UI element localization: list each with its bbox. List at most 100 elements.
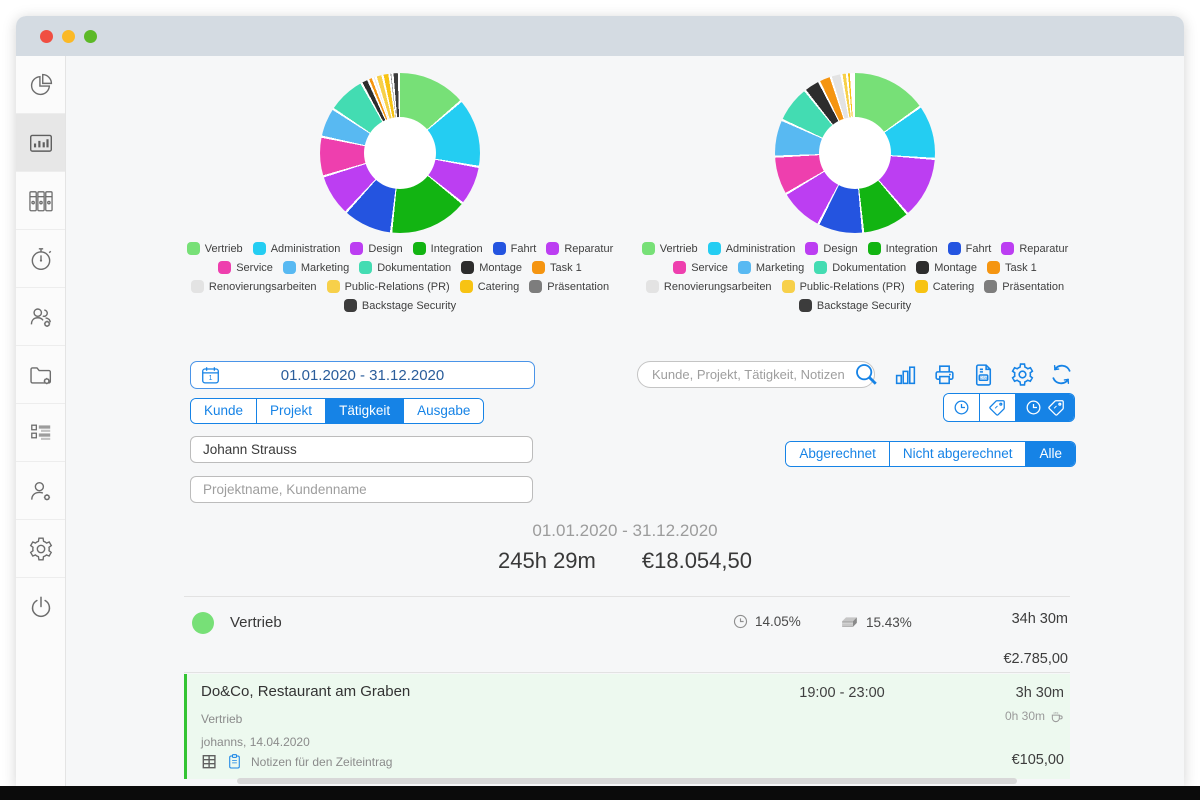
legend-item: Reparatur xyxy=(546,242,613,255)
print-button[interactable] xyxy=(930,360,958,388)
legend-label: Backstage Security xyxy=(362,300,456,312)
mode-expenses-button[interactable] xyxy=(979,394,1015,421)
horizontal-scrollbar[interactable] xyxy=(237,778,1017,784)
legend-item: Präsentation xyxy=(529,280,609,293)
legend-label: Task 1 xyxy=(550,262,582,274)
legend-color-chip xyxy=(646,280,659,293)
report-settings-button[interactable] xyxy=(1008,360,1036,388)
legend-item: Vertrieb xyxy=(642,242,698,255)
legend-item: Montage xyxy=(461,261,522,274)
entry-time-range: 19:00 - 23:00 xyxy=(747,685,937,701)
activity-filter-input[interactable] xyxy=(190,436,533,463)
tab-nicht-abgerechnet[interactable]: Nicht abgerechnet xyxy=(889,442,1026,466)
power-icon xyxy=(28,594,54,620)
legend-color-chip xyxy=(218,261,231,274)
legend-color-chip xyxy=(532,261,545,274)
legend-label: Catering xyxy=(933,281,975,293)
project-filter-input[interactable] xyxy=(190,476,533,503)
legend-label: Fahrt xyxy=(966,243,992,255)
toolbar: CSV xyxy=(852,360,1075,388)
money-percent-value: 15.43% xyxy=(866,615,912,630)
traffic-lights xyxy=(40,30,97,43)
sidebar-item-settings[interactable] xyxy=(16,520,65,578)
legend-label: Marketing xyxy=(301,262,349,274)
tab-projekt[interactable]: Projekt xyxy=(256,399,325,423)
tab-alle[interactable]: Alle xyxy=(1025,442,1075,466)
sidebar-item-pie-report[interactable] xyxy=(16,56,65,114)
entry-user-date: johanns, 14.04.2020 xyxy=(201,735,310,749)
legend-label: Vertrieb xyxy=(660,243,698,255)
tab-kunde[interactable]: Kunde xyxy=(191,399,256,423)
legend-color-chip xyxy=(460,280,473,293)
mode-time-and-expenses-button[interactable] xyxy=(1015,394,1074,421)
chart-icon xyxy=(893,362,918,387)
app-window: Vertrieb Administration Design Integration F… xyxy=(16,16,1184,786)
summary-total-amount: €18.054,50 xyxy=(642,548,752,574)
stopwatch-icon xyxy=(28,246,54,272)
date-range-picker[interactable]: 1 01.01.2020 - 31.12.2020 xyxy=(190,361,535,389)
screenshot-stage: Vertrieb Administration Design Integration F… xyxy=(0,0,1200,800)
bottom-black-strip xyxy=(0,786,1200,800)
legend-item: Administration xyxy=(708,242,796,255)
time-entry-row[interactable]: Do&Co, Restaurant am Graben Vertrieb joh… xyxy=(184,674,1070,779)
legend-color-chip xyxy=(1001,242,1014,255)
printer-icon xyxy=(932,362,957,387)
time-percent-value: 14.05% xyxy=(755,614,801,629)
zoom-window-button[interactable] xyxy=(84,30,97,43)
team-gear-icon xyxy=(28,304,54,330)
legend-color-chip xyxy=(782,280,795,293)
sidebar-item-team[interactable] xyxy=(16,288,65,346)
minimize-window-button[interactable] xyxy=(62,30,75,43)
legend-color-chip xyxy=(413,242,426,255)
entry-duration: 3h 30m xyxy=(1016,685,1064,701)
legend-color-chip xyxy=(805,242,818,255)
pie-chart-icon xyxy=(28,72,54,98)
money-percent-stat: 15.43% xyxy=(839,613,912,632)
export-csv-button[interactable]: CSV xyxy=(969,360,997,388)
search-button[interactable] xyxy=(852,360,880,388)
legend-item: Design xyxy=(350,242,402,255)
refresh-button[interactable] xyxy=(1047,360,1075,388)
close-window-button[interactable] xyxy=(40,30,53,43)
time-chart-legend: VertriebAdministrationDesignIntegrationF… xyxy=(160,242,640,312)
sidebar-item-quit[interactable] xyxy=(16,578,65,636)
legend-item: Task 1 xyxy=(532,261,582,274)
time-percent-stat: 14.05% xyxy=(732,613,801,630)
clipboard-icon[interactable] xyxy=(227,753,242,770)
tab-abgerechnet[interactable]: Abgerechnet xyxy=(786,442,889,466)
sidebar-item-timer[interactable] xyxy=(16,230,65,288)
revenue-chart-legend: VertriebAdministrationDesignIntegrationF… xyxy=(615,242,1095,312)
sidebar-item-tasks[interactable] xyxy=(16,404,65,462)
legend-color-chip xyxy=(327,280,340,293)
sidebar-item-projects[interactable] xyxy=(16,346,65,404)
legend-item: Marketing xyxy=(283,261,349,274)
legend-label: Renovierungsarbeiten xyxy=(664,281,772,293)
entry-break-value: 0h 30m xyxy=(1005,709,1045,723)
chart-view-button[interactable] xyxy=(891,360,919,388)
activity-group-row[interactable]: Vertrieb 14.05% 15.43% 34h 30m €2.785,00 xyxy=(184,596,1070,673)
legend-label: Dokumentation xyxy=(832,262,906,274)
legend-item: Public-Relations (PR) xyxy=(782,280,905,293)
mode-time-button[interactable] xyxy=(944,394,979,421)
csv-file-icon: CSV xyxy=(971,362,996,387)
legend-label: Service xyxy=(691,262,728,274)
legend-item: Administration xyxy=(253,242,341,255)
sidebar-item-archive[interactable] xyxy=(16,172,65,230)
legend-item: Montage xyxy=(916,261,977,274)
legend-color-chip xyxy=(642,242,655,255)
category-tabs: Kunde Projekt Tätigkeit Ausgabe xyxy=(190,398,484,424)
legend-label: Public-Relations (PR) xyxy=(345,281,450,293)
sidebar-item-bar-report[interactable] xyxy=(16,114,65,172)
grid-table-icon[interactable] xyxy=(201,753,218,770)
bar-chart-icon xyxy=(28,130,54,156)
entry-note-label: Notizen für den Zeiteintrag xyxy=(251,755,392,769)
tab-taetigkeit[interactable]: Tätigkeit xyxy=(325,399,403,423)
search-input[interactable] xyxy=(637,361,875,388)
tab-ausgabe[interactable]: Ausgabe xyxy=(403,399,483,423)
sidebar-item-account[interactable] xyxy=(16,462,65,520)
legend-item: Renovierungsarbeiten xyxy=(646,280,772,293)
legend-label: Montage xyxy=(934,262,977,274)
legend-label: Präsentation xyxy=(1002,281,1064,293)
gear-icon xyxy=(1010,362,1035,387)
legend-label: Integration xyxy=(886,243,938,255)
